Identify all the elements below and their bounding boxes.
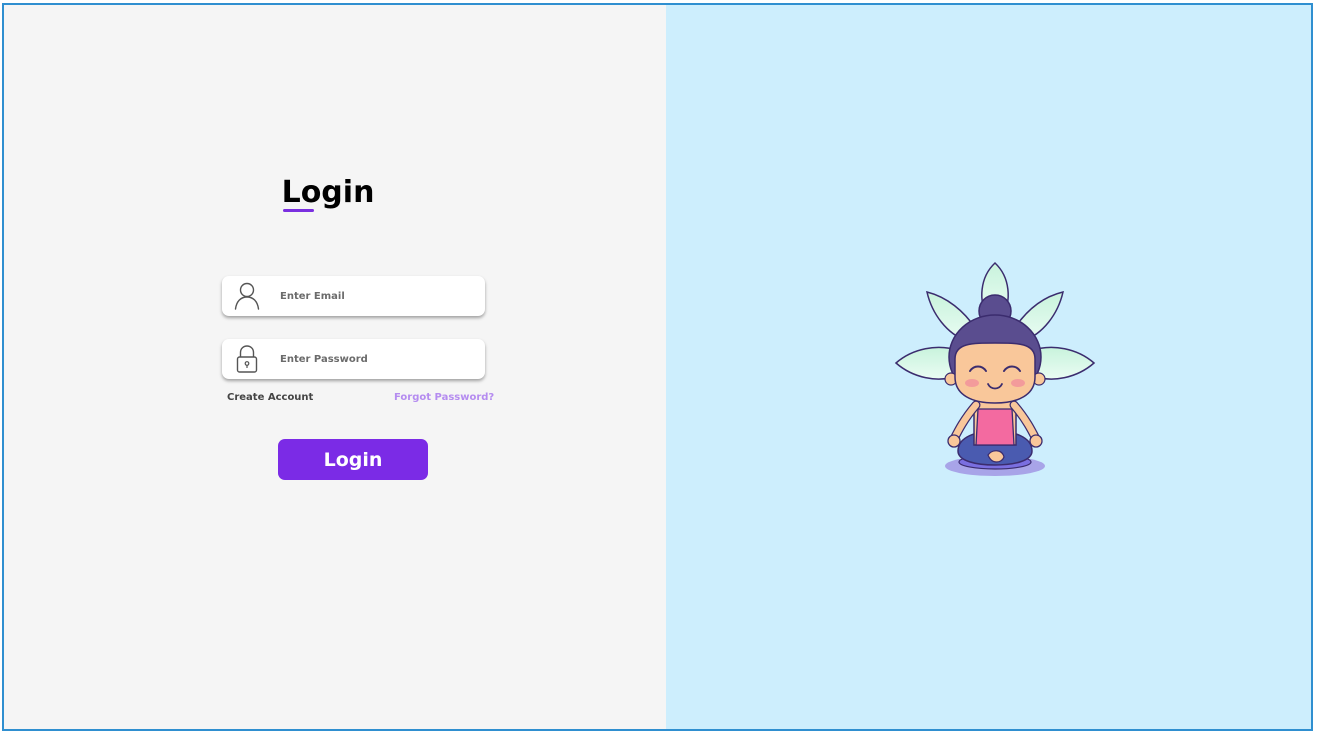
lock-icon <box>234 344 260 374</box>
create-account-link[interactable]: Create Account <box>227 392 313 403</box>
login-panel: Login Cr <box>4 5 666 729</box>
forgot-password-link[interactable]: Forgot Password? <box>394 392 494 403</box>
title-wrapper: Login <box>4 175 666 212</box>
meditating-girl-illustration <box>892 259 1098 481</box>
title-underline <box>282 209 314 212</box>
password-field-container[interactable] <box>222 339 485 379</box>
email-field-container[interactable] <box>222 276 485 316</box>
email-input[interactable] <box>280 284 475 308</box>
login-button[interactable]: Login <box>278 439 428 480</box>
page-title-text: Login <box>281 175 375 210</box>
page-title: Login <box>281 175 375 212</box>
app-frame: Login Cr <box>2 3 1313 731</box>
password-input[interactable] <box>280 347 475 371</box>
user-icon <box>234 281 260 311</box>
illustration-panel <box>666 5 1311 729</box>
